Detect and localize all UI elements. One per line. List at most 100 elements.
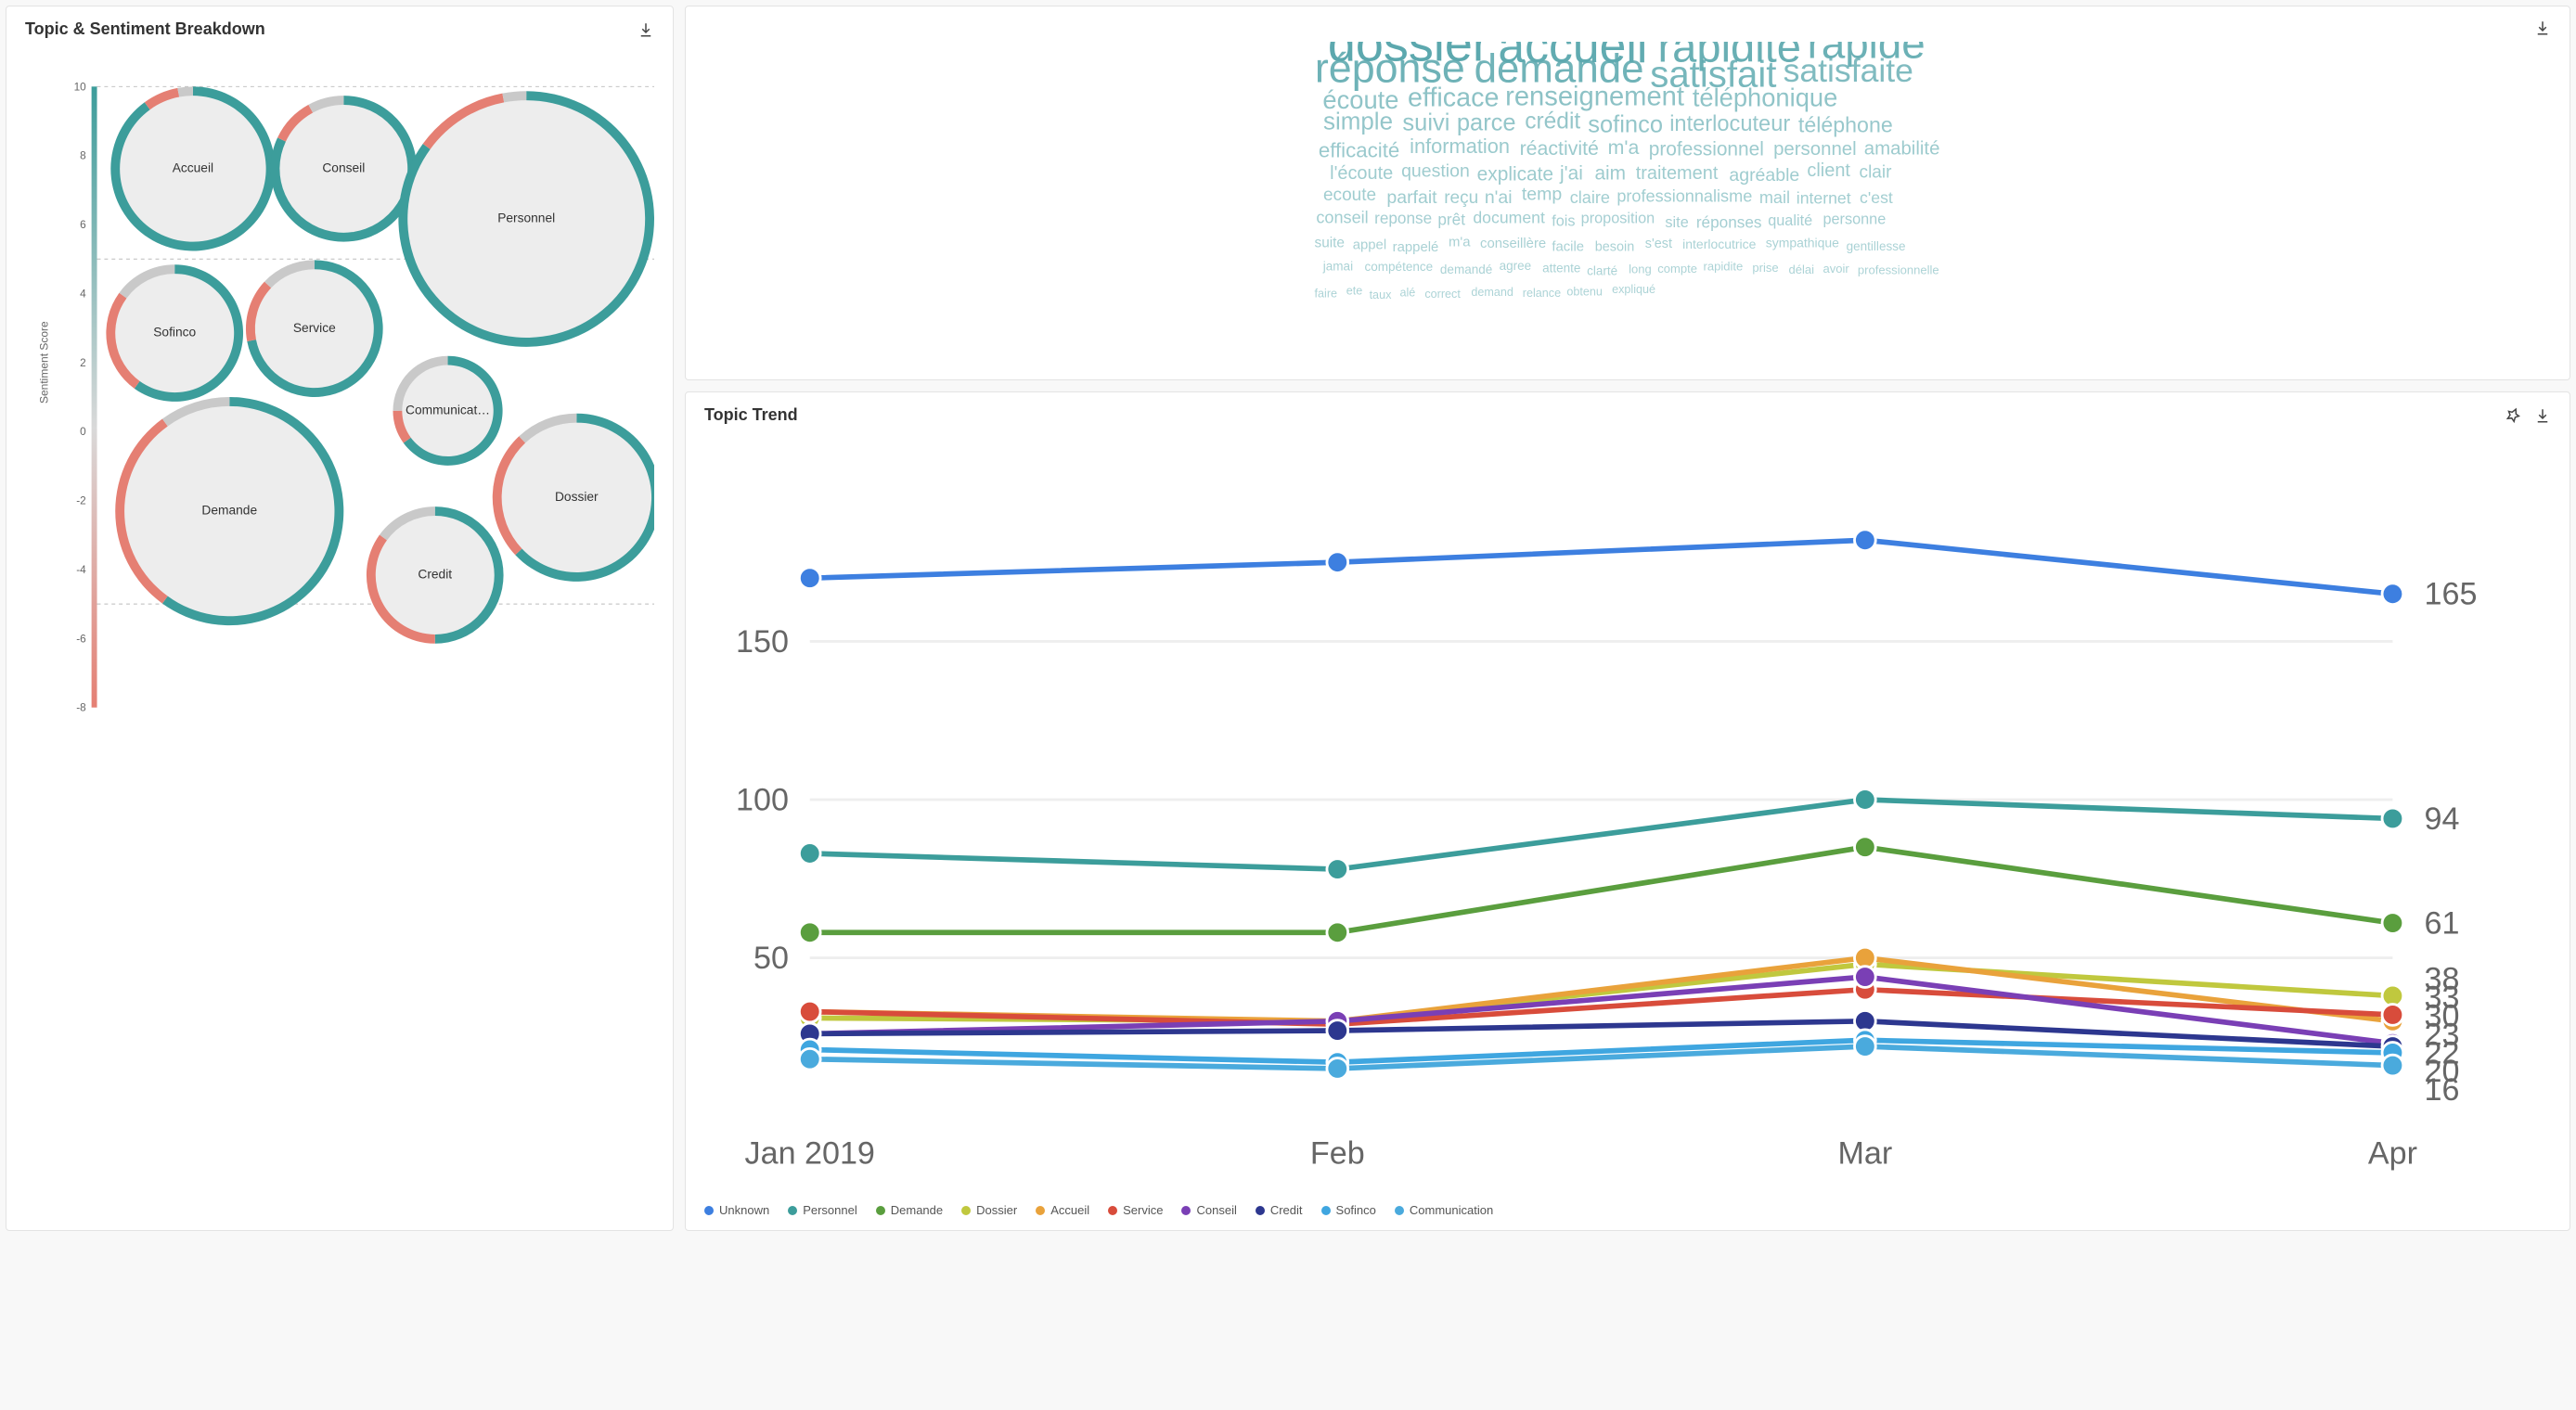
topic-bubble[interactable]: Personnel — [398, 91, 654, 347]
cloud-word[interactable]: amabilité — [1864, 138, 1940, 159]
trend-line[interactable] — [810, 1021, 2393, 1046]
topic-bubble[interactable]: Accueil — [110, 86, 275, 250]
trend-point[interactable] — [799, 568, 820, 589]
cloud-word[interactable]: internet — [1797, 188, 1851, 207]
cloud-word[interactable]: relance — [1523, 287, 1561, 300]
cloud-word[interactable]: conseil — [1316, 208, 1368, 226]
cloud-word[interactable]: appel — [1353, 237, 1386, 252]
trend-point[interactable] — [1327, 552, 1348, 573]
legend-item[interactable]: Demande — [876, 1203, 943, 1217]
cloud-word[interactable]: m'a — [1449, 236, 1471, 250]
cloud-word[interactable]: proposition — [1581, 210, 1655, 226]
cloud-word[interactable]: gentillesse — [1847, 239, 1906, 253]
topic-bubble[interactable]: Sofinco — [106, 264, 243, 402]
cloud-word[interactable]: fois — [1552, 213, 1575, 230]
cloud-word[interactable]: m'a — [1608, 136, 1640, 159]
cloud-word[interactable]: suite — [1315, 236, 1345, 251]
topic-bubble[interactable]: Conseil — [271, 96, 417, 242]
trend-point[interactable] — [2382, 808, 2403, 829]
cloud-word[interactable]: parce — [1457, 109, 1516, 135]
trend-point[interactable] — [799, 922, 820, 943]
trend-line[interactable] — [810, 800, 2393, 869]
cloud-word[interactable]: rapidite — [1704, 260, 1744, 274]
topic-bubble[interactable]: Communicat… — [393, 356, 502, 466]
cloud-word[interactable]: j'ai — [1559, 163, 1583, 185]
legend-item[interactable]: Service — [1108, 1203, 1163, 1217]
cloud-word[interactable]: prise — [1752, 261, 1778, 275]
cloud-word[interactable]: personnel — [1773, 139, 1857, 160]
legend-item[interactable]: Accueil — [1036, 1203, 1089, 1217]
cloud-word[interactable]: client — [1807, 160, 1850, 181]
cloud-word[interactable]: alé — [1399, 287, 1415, 300]
cloud-word[interactable]: demand — [1471, 286, 1513, 299]
cloud-word[interactable]: n'ai — [1485, 187, 1513, 208]
cloud-word[interactable]: interlocuteur — [1669, 112, 1790, 136]
legend-item[interactable]: Sofinco — [1321, 1203, 1376, 1217]
trend-point[interactable] — [1327, 1058, 1348, 1080]
trend-point[interactable] — [2382, 1055, 2403, 1076]
trend-line[interactable] — [810, 540, 2393, 594]
trend-point[interactable] — [1854, 837, 1875, 858]
cloud-word[interactable]: information — [1410, 135, 1510, 158]
cloud-word[interactable]: conseillère — [1480, 237, 1546, 251]
trend-point[interactable] — [1854, 967, 1875, 988]
legend-item[interactable]: Conseil — [1181, 1203, 1236, 1217]
bubble-chart[interactable]: 1086420-2-4-6-8AccueilConseilPersonnelSo… — [70, 45, 654, 750]
cloud-word[interactable]: clarté — [1587, 264, 1617, 278]
topic-bubble[interactable]: Service — [246, 260, 383, 397]
cloud-word[interactable]: prêt — [1437, 210, 1465, 228]
cloud-word[interactable]: attente — [1542, 262, 1580, 276]
trend-point[interactable] — [1327, 859, 1348, 880]
topic-bubble[interactable]: Demande — [115, 397, 343, 625]
trend-point[interactable] — [799, 1048, 820, 1070]
legend-item[interactable]: Personnel — [788, 1203, 857, 1217]
cloud-word[interactable]: professionnelle — [1858, 263, 1939, 276]
cloud-word[interactable]: sofinco — [1588, 111, 1663, 137]
trend-point[interactable] — [799, 1001, 820, 1022]
cloud-word[interactable]: expliqué — [1612, 283, 1655, 296]
trend-point[interactable] — [1327, 922, 1348, 943]
cloud-word[interactable]: simple — [1323, 109, 1393, 135]
cloud-word[interactable]: besoin — [1595, 239, 1635, 254]
cloud-word[interactable]: interlocutrice — [1682, 237, 1756, 251]
cloud-word[interactable]: suivi — [1402, 109, 1449, 135]
trend-point[interactable] — [2382, 1005, 2403, 1026]
download-icon[interactable] — [2534, 407, 2551, 424]
pin-icon[interactable] — [2505, 407, 2521, 424]
cloud-word[interactable]: facile — [1552, 239, 1584, 254]
download-icon[interactable] — [638, 21, 654, 38]
cloud-word[interactable]: c'est — [1860, 188, 1893, 207]
cloud-word[interactable]: téléphonique — [1693, 83, 1837, 112]
trend-point[interactable] — [1854, 530, 1875, 551]
cloud-word[interactable]: qualité — [1768, 212, 1812, 229]
cloud-word[interactable]: crédit — [1525, 109, 1580, 135]
cloud-word[interactable]: réponses — [1696, 213, 1762, 232]
cloud-word[interactable]: traitement — [1636, 163, 1719, 184]
legend-item[interactable]: Communication — [1395, 1203, 1493, 1217]
cloud-word[interactable]: explicate — [1477, 163, 1553, 185]
cloud-word[interactable]: claire — [1570, 188, 1610, 207]
cloud-word[interactable]: obtenu — [1566, 285, 1603, 298]
cloud-word[interactable]: agréable — [1729, 165, 1799, 186]
cloud-word[interactable]: délai — [1789, 263, 1815, 276]
cloud-word[interactable]: l'écoute — [1330, 163, 1393, 184]
cloud-word[interactable]: reponse — [1374, 209, 1432, 227]
download-icon[interactable] — [2534, 19, 2551, 36]
legend-item[interactable]: Credit — [1256, 1203, 1303, 1217]
cloud-word[interactable]: ecoute — [1323, 186, 1376, 205]
topic-bubble[interactable]: Credit — [367, 506, 504, 644]
cloud-word[interactable]: correct — [1424, 288, 1461, 301]
cloud-word[interactable]: personne — [1823, 211, 1886, 227]
cloud-word[interactable]: compte — [1657, 262, 1697, 276]
cloud-word[interactable]: clair — [1860, 163, 1893, 183]
cloud-word[interactable]: demandé — [1440, 263, 1492, 276]
legend-item[interactable]: Dossier — [961, 1203, 1017, 1217]
cloud-word[interactable]: sympathique — [1766, 236, 1839, 250]
cloud-word[interactable]: faire — [1315, 287, 1338, 300]
cloud-word[interactable]: efficace — [1408, 83, 1499, 113]
cloud-word[interactable]: ete — [1346, 285, 1363, 298]
trend-point[interactable] — [1854, 1036, 1875, 1058]
cloud-word[interactable]: long — [1629, 263, 1652, 276]
word-cloud[interactable]: dossieraccueilrapiditérapideréponsedeman… — [704, 42, 2551, 366]
cloud-word[interactable]: avoir — [1823, 262, 1849, 276]
